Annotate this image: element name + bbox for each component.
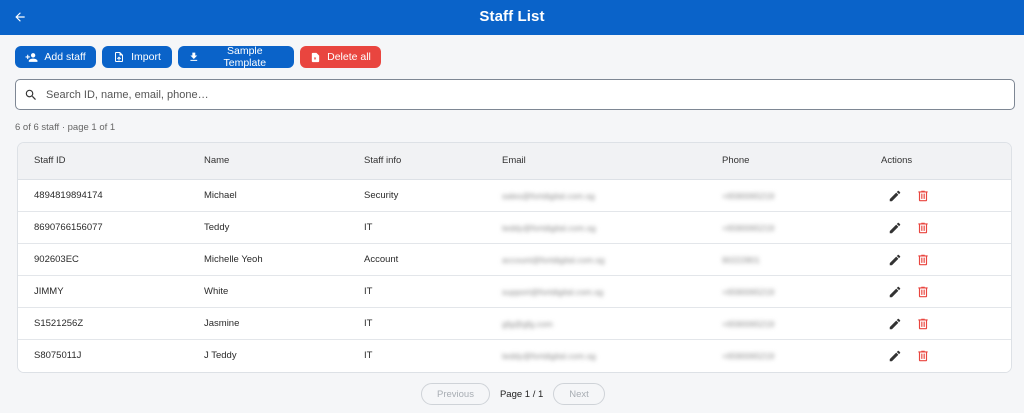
- add-staff-label: Add staff: [44, 51, 86, 63]
- edit-icon[interactable]: [887, 188, 903, 204]
- table-header: Staff ID Name Staff info Email Phone Act…: [18, 143, 1011, 180]
- cell-staff-id: S8075011J: [34, 350, 82, 361]
- table-row: S8075011J J Teddy IT teddy@fortdigital.com.…: [18, 340, 1011, 372]
- search-box: [15, 79, 1015, 110]
- cell-name: J Teddy: [204, 350, 237, 361]
- column-header-actions: Actions: [881, 155, 913, 166]
- delete-icon[interactable]: [915, 284, 931, 300]
- cell-staff-info: Account: [364, 254, 399, 265]
- delete-icon[interactable]: [915, 316, 931, 332]
- page-title: Staff List: [479, 8, 545, 25]
- cell-name: Michelle Yeoh: [204, 254, 263, 265]
- cell-email: teddy@fortdigital.com.sg: [502, 223, 596, 233]
- table-row: S1521256Z Jasmine IT gfg@gfg.com +6590065219: [18, 308, 1011, 340]
- edit-icon[interactable]: [887, 284, 903, 300]
- delete-file-icon: [311, 52, 320, 62]
- cell-email: gfg@gfg.com: [502, 319, 553, 329]
- edit-icon[interactable]: [887, 316, 903, 332]
- import-button[interactable]: Import: [102, 46, 172, 68]
- table-row: 4894819894174 Michael Security sales@fortdi…: [18, 180, 1011, 212]
- cell-staff-info: Security: [364, 190, 399, 201]
- cell-name: Michael: [204, 190, 237, 201]
- column-header-email: Email: [502, 155, 526, 166]
- cell-name: White: [204, 286, 229, 297]
- cell-staff-info: IT: [364, 350, 373, 361]
- table-body: 4894819894174 Michael Security sales@fortdi…: [18, 180, 1011, 372]
- delete-icon[interactable]: [915, 252, 931, 268]
- edit-icon[interactable]: [887, 348, 903, 364]
- row-actions: [887, 316, 931, 332]
- add-staff-button[interactable]: Add staff: [15, 46, 96, 68]
- edit-icon[interactable]: [887, 252, 903, 268]
- download-icon: [190, 52, 198, 61]
- table-row: JIMMY White IT support@fortdigital.com.sg +6…: [18, 276, 1011, 308]
- table-row: 902603EC Michelle Yeoh Account account@fort…: [18, 244, 1011, 276]
- app-bar: Staff List: [0, 0, 1024, 35]
- previous-page-button[interactable]: Previous: [421, 383, 490, 405]
- cell-staff-id: 4894819894174: [34, 190, 103, 201]
- delete-all-label: Delete all: [327, 51, 371, 63]
- cell-phone: +6590065219: [722, 191, 775, 201]
- table-row: 8690766156077 Teddy IT teddy@fortdigital.co…: [18, 212, 1011, 244]
- page-indicator: Page 1 / 1: [499, 388, 544, 400]
- row-actions: [887, 284, 931, 300]
- row-actions: [887, 252, 931, 268]
- column-header-phone: Phone: [722, 155, 750, 166]
- cell-email: teddy@fortdigital.com.sg: [502, 351, 596, 361]
- pagination: Previous Page 1 / 1 Next: [421, 383, 605, 405]
- cell-staff-info: IT: [364, 286, 373, 297]
- toolbar: Add staff Import Sample Template Delete …: [15, 45, 381, 69]
- search-icon: [24, 88, 38, 102]
- edit-icon[interactable]: [887, 220, 903, 236]
- row-actions: [887, 348, 931, 364]
- cell-email: account@fortdigital.com.sg: [502, 255, 605, 265]
- cell-phone: +6590065219: [722, 319, 775, 329]
- cell-staff-info: IT: [364, 222, 373, 233]
- cell-phone: +6590065219: [722, 287, 775, 297]
- staff-table: Staff ID Name Staff info Email Phone Act…: [17, 142, 1012, 373]
- file-upload-icon: [115, 52, 124, 62]
- row-actions: [887, 188, 931, 204]
- column-header-name: Name: [204, 155, 230, 166]
- search-input[interactable]: [46, 88, 946, 101]
- person-add-icon: [25, 52, 38, 62]
- cell-name: Teddy: [204, 222, 230, 233]
- delete-all-button[interactable]: Delete all: [300, 46, 381, 68]
- cell-staff-id: 8690766156077: [34, 222, 103, 233]
- cell-name: Jasmine: [204, 318, 240, 329]
- column-header-staff-info: Staff info: [364, 155, 402, 166]
- cell-staff-info: IT: [364, 318, 373, 329]
- cell-staff-id: 902603EC: [34, 254, 79, 265]
- cell-staff-id: S1521256Z: [34, 318, 84, 329]
- import-label: Import: [131, 51, 161, 63]
- row-actions: [887, 220, 931, 236]
- sample-template-button[interactable]: Sample Template: [178, 45, 294, 69]
- delete-icon[interactable]: [915, 188, 931, 204]
- cell-phone: 90222801: [722, 255, 760, 265]
- column-header-staff-id: Staff ID: [34, 155, 66, 166]
- cell-phone: +6590065219: [722, 351, 775, 361]
- result-summary: 6 of 6 staff · page 1 of 1: [15, 122, 116, 133]
- cell-email: sales@fortdigital.com.sg: [502, 191, 595, 201]
- next-page-button[interactable]: Next: [553, 383, 605, 405]
- sample-template-label: Sample Template: [223, 45, 267, 69]
- delete-icon[interactable]: [915, 348, 931, 364]
- cell-email: support@fortdigital.com.sg: [502, 287, 604, 297]
- cell-phone: +6590065219: [722, 223, 775, 233]
- delete-icon[interactable]: [915, 220, 931, 236]
- cell-staff-id: JIMMY: [34, 286, 64, 297]
